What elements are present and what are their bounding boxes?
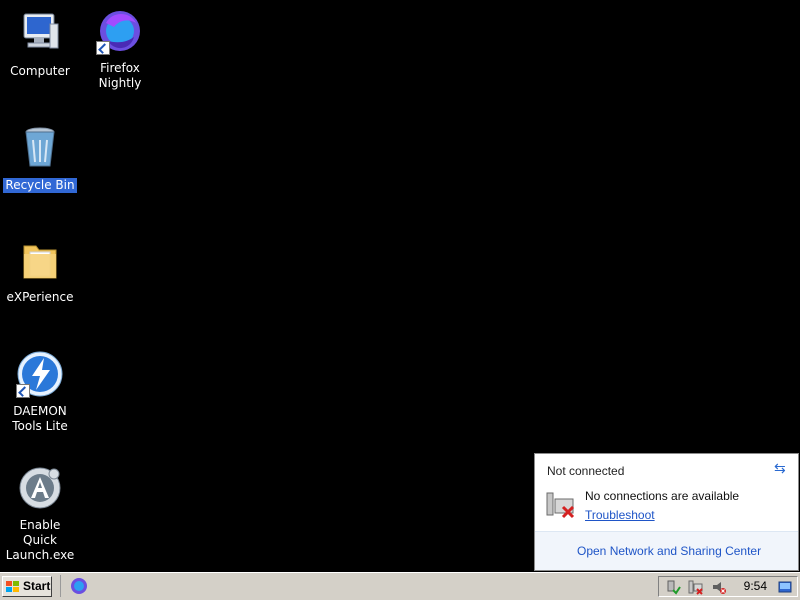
desktop-icon-label: Firefox Nightly [98, 61, 142, 90]
folder-icon [16, 236, 64, 284]
computer-icon [16, 10, 64, 58]
system-tray: 9:54 [658, 576, 798, 597]
tray-clock[interactable]: 9:54 [744, 579, 767, 593]
desktop-icon-label: Computer [10, 64, 70, 78]
desktop-icon-computer[interactable]: Computer [0, 10, 80, 79]
shortcut-arrow-icon [96, 41, 110, 55]
desktop-icon-recycle-bin[interactable]: Recycle Bin [0, 124, 80, 193]
troubleshoot-link[interactable]: Troubleshoot [585, 508, 655, 522]
taskbar: Start 9:54 [0, 572, 800, 600]
network-status-tray-icon[interactable] [687, 579, 703, 595]
quick-launch-app-icon [16, 464, 64, 512]
desktop-icon-daemon-tools-lite[interactable]: DAEMON Tools Lite [0, 350, 80, 434]
desktop: Computer Firefox Nightly Recycle Bin eXP… [0, 0, 800, 572]
network-disconnected-icon [545, 489, 577, 521]
daemon-tools-icon [16, 350, 64, 398]
refresh-icon[interactable]: ⇆ [774, 460, 790, 476]
desktop-icon-enable-quick-launch[interactable]: Enable Quick Launch.exe [0, 464, 80, 563]
desktop-icon-label: eXPerience [6, 290, 74, 304]
windows-logo-icon [6, 580, 20, 592]
safely-remove-hardware-icon[interactable] [665, 579, 681, 595]
recycle-bin-icon [16, 124, 64, 172]
open-network-sharing-center-link[interactable]: Open Network and Sharing Center [577, 544, 761, 558]
shortcut-arrow-icon [16, 384, 30, 398]
firefox-nightly-icon [96, 7, 144, 55]
start-label: Start [23, 579, 51, 593]
desktop-icon-experience-folder[interactable]: eXPerience [0, 236, 80, 305]
quick-launch-area [60, 575, 95, 597]
start-button[interactable]: Start [2, 576, 52, 597]
desktop-icon-label: Enable Quick Launch.exe [5, 518, 75, 562]
desktop-icon-firefox-nightly[interactable]: Firefox Nightly [80, 7, 160, 91]
network-status-title: Not connected [547, 464, 625, 478]
network-popup-footer: Open Network and Sharing Center [535, 531, 798, 570]
network-status-popup: Not connected ⇆ No connections are avail… [534, 453, 799, 571]
volume-muted-icon[interactable] [711, 579, 727, 595]
show-desktop-icon[interactable] [777, 579, 793, 595]
no-connections-message: No connections are available [585, 489, 740, 503]
firefox-taskbar-icon[interactable] [70, 577, 88, 595]
desktop-icon-label: DAEMON Tools Lite [12, 404, 68, 433]
desktop-icon-label: Recycle Bin [3, 178, 77, 193]
